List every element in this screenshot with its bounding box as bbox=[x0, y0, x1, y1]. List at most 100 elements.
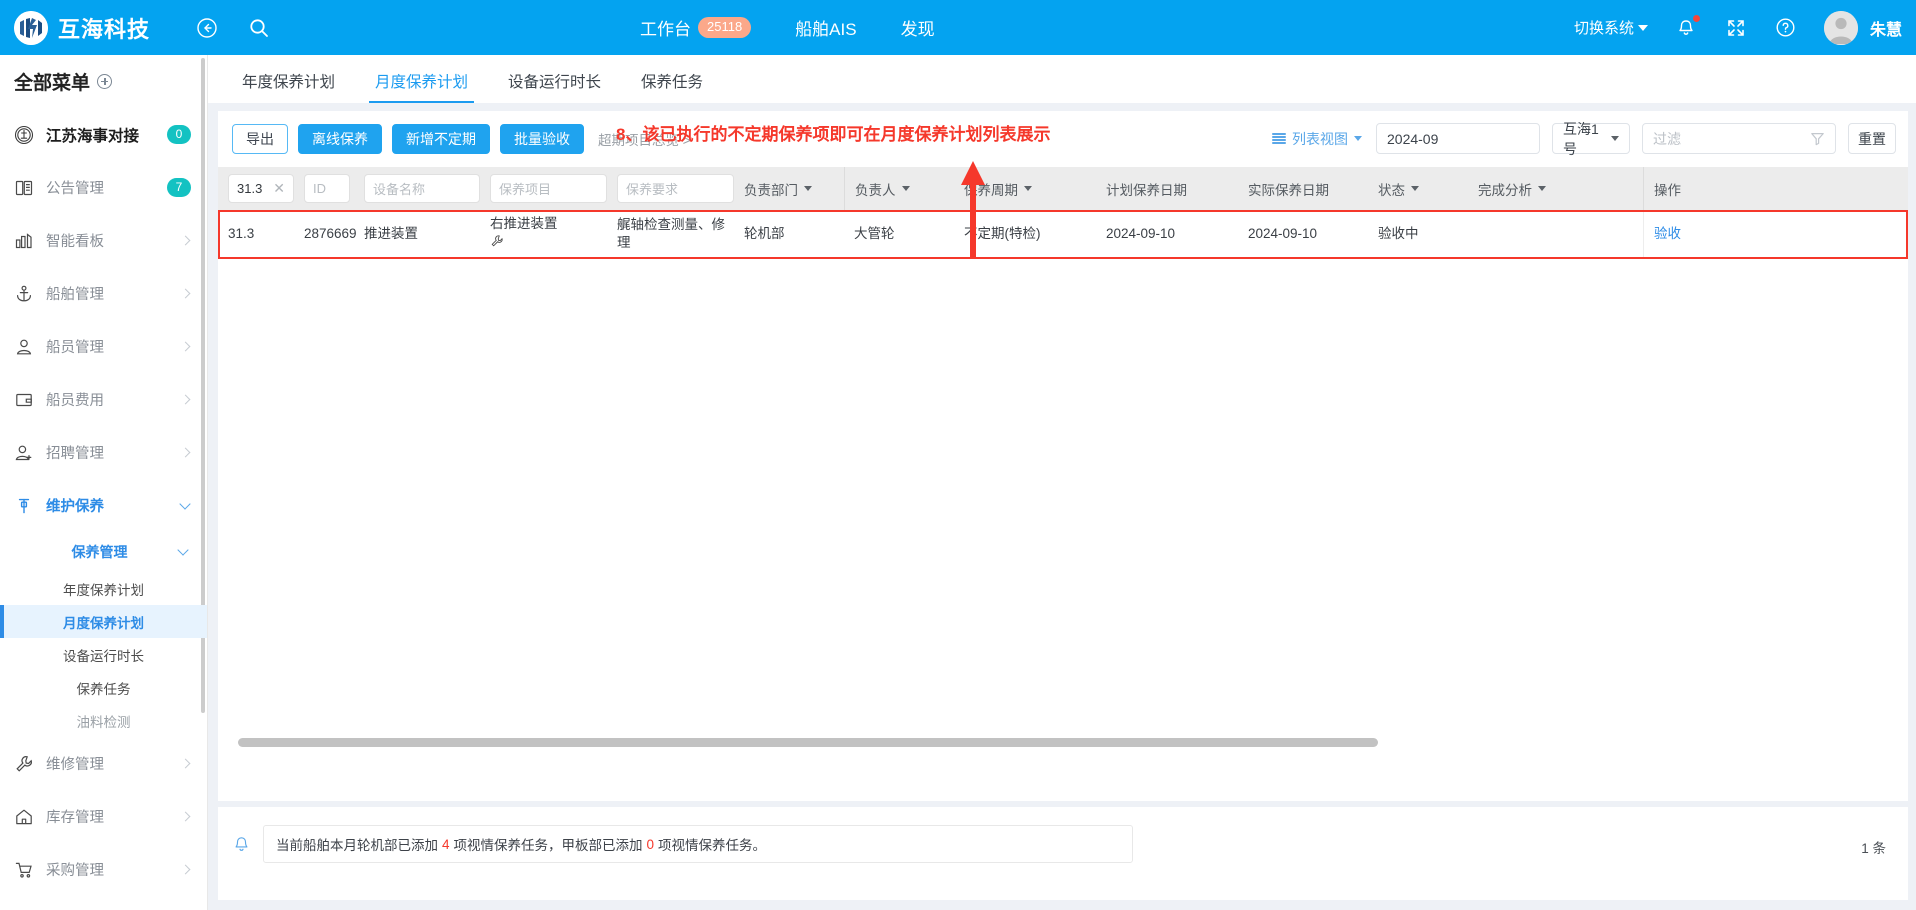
tab-label: 年度保养计划 bbox=[242, 74, 336, 91]
col-requirement-filter: 保养要求 bbox=[607, 167, 734, 210]
nav-ship-ais[interactable]: 船舶AIS bbox=[795, 15, 856, 40]
switch-system-label: 切换系统 bbox=[1573, 20, 1634, 37]
tab-equipment-runtime[interactable]: 设备运行时长 bbox=[488, 70, 621, 103]
sidebar-item-jiangsu-maritime[interactable]: 江苏海事对接 0 bbox=[0, 108, 207, 161]
col-item-filter: 保养项目 bbox=[480, 167, 607, 210]
header-actions: 切换系统 朱慧 bbox=[1574, 0, 1902, 55]
reset-button[interactable]: 重置 bbox=[1848, 123, 1896, 154]
sidebar-badge: 0 bbox=[167, 125, 191, 144]
tab-annual-plan[interactable]: 年度保养计划 bbox=[222, 70, 355, 103]
chevron-right-icon bbox=[180, 447, 191, 458]
sidebar: 全部菜单 江苏海事对接 0 公告管理 7 智能看板 船舶管理 船员管理 船员费用… bbox=[0, 55, 208, 910]
sidebar-item-oil-test[interactable]: 油料检测 bbox=[0, 704, 207, 737]
sidebar-subgroup-maintenance-mgmt[interactable]: 保养管理 bbox=[0, 532, 207, 572]
chevron-down-icon bbox=[804, 186, 812, 191]
col-action: 操作 bbox=[1643, 167, 1908, 210]
sidebar-item-recruitment[interactable]: 招聘管理 bbox=[0, 426, 207, 479]
sidebar-item-label: 船舶管理 bbox=[46, 287, 104, 303]
export-button[interactable]: 导出 bbox=[232, 124, 288, 154]
bar-chart-icon bbox=[14, 231, 34, 251]
tab-maintenance-task[interactable]: 保养任务 bbox=[621, 70, 723, 103]
sidebar-item-annual-plan[interactable]: 年度保养计划 bbox=[0, 572, 207, 605]
chevron-right-icon bbox=[180, 811, 191, 822]
col-plan-date-label: 计划保养日期 bbox=[1106, 182, 1187, 198]
col-cycle[interactable]: 保养周期 bbox=[954, 167, 1096, 210]
code-filter-input[interactable]: 31.3 ✕ bbox=[228, 174, 294, 203]
month-picker[interactable]: 2024-09 bbox=[1376, 123, 1540, 154]
fullscreen-icon[interactable] bbox=[1724, 16, 1748, 40]
id-filter-input[interactable]: ID bbox=[304, 174, 350, 203]
sidebar-item-crew-expense[interactable]: 船员费用 bbox=[0, 373, 207, 426]
sidebar-item-equipment-runtime[interactable]: 设备运行时长 bbox=[0, 638, 207, 671]
chevron-right-icon bbox=[180, 758, 191, 769]
maintenance-item-filter-input[interactable]: 保养项目 bbox=[490, 174, 607, 203]
search-icon[interactable] bbox=[247, 16, 271, 40]
col-plan-date[interactable]: 计划保养日期 bbox=[1096, 167, 1238, 210]
sidebar-item-smart-dashboard[interactable]: 智能看板 bbox=[0, 214, 207, 267]
sidebar-item-maintenance[interactable]: 维护保养 bbox=[0, 479, 207, 532]
col-status[interactable]: 状态 bbox=[1368, 167, 1468, 210]
cell-cycle: 不定期(特检) bbox=[964, 225, 1041, 241]
plus-circle-icon[interactable] bbox=[97, 74, 113, 89]
sidebar-item-monthly-plan[interactable]: 月度保养计划 bbox=[0, 605, 207, 638]
sidebar-item-repair-management[interactable]: 维修管理 bbox=[0, 737, 207, 790]
maintenance-requirement-filter-input[interactable]: 保养要求 bbox=[617, 174, 734, 203]
horizontal-scrollbar[interactable] bbox=[238, 738, 1378, 747]
annotation-text: 8、该已执行的不定期保养项即可在月度保养计划列表展示 bbox=[616, 125, 1051, 144]
tab-label: 月度保养计划 bbox=[375, 74, 469, 91]
col-actual-date[interactable]: 实际保养日期 bbox=[1238, 167, 1368, 210]
clear-icon[interactable]: ✕ bbox=[273, 180, 285, 197]
chevron-down-icon bbox=[1024, 186, 1032, 191]
batch-accept-label: 批量验收 bbox=[514, 131, 570, 147]
tab-bar: 年度保养计划 月度保养计划 设备运行时长 保养任务 bbox=[208, 55, 1916, 103]
sidebar-badge: 7 bbox=[167, 178, 191, 197]
cell-equipment: 推进装置 bbox=[364, 225, 418, 241]
nav-workbench[interactable]: 工作台 25118 bbox=[640, 15, 752, 40]
sidebar-item-label: 船员费用 bbox=[46, 393, 104, 409]
wallet-icon bbox=[14, 390, 34, 410]
chevron-down-icon bbox=[1611, 136, 1619, 141]
chevron-down-icon bbox=[179, 497, 191, 510]
all-menu-label: 全部菜单 bbox=[14, 73, 91, 94]
requirement-filter-placeholder: 保养要求 bbox=[626, 182, 679, 197]
col-analysis-label: 完成分析 bbox=[1478, 182, 1532, 198]
col-id-filter: ID bbox=[294, 167, 354, 210]
offline-maintenance-button[interactable]: 离线保养 bbox=[298, 124, 382, 154]
sidebar-item-announcement[interactable]: 公告管理 7 bbox=[0, 161, 207, 214]
avatar[interactable] bbox=[1823, 10, 1858, 45]
col-department[interactable]: 负责部门 bbox=[734, 167, 844, 210]
back-arrow-icon[interactable] bbox=[195, 16, 219, 40]
chevron-right-icon bbox=[180, 341, 191, 352]
nav-discover[interactable]: 发现 bbox=[901, 15, 935, 40]
sidebar-leaf-label: 月度保养计划 bbox=[63, 615, 144, 631]
cart-icon bbox=[14, 860, 34, 880]
funnel-icon[interactable] bbox=[1810, 131, 1825, 146]
cell-action-accept[interactable]: 验收 bbox=[1643, 210, 1908, 258]
notice-count-engine: 4 bbox=[442, 836, 450, 852]
chevron-right-icon bbox=[180, 288, 191, 299]
sidebar-item-label: 江苏海事对接 bbox=[46, 127, 140, 145]
switch-system-button[interactable]: 切换系统 bbox=[1574, 17, 1648, 38]
sidebar-item-purchase-management[interactable]: 采购管理 bbox=[0, 843, 207, 896]
header-nav: 工作台 25118 船舶AIS 发现 bbox=[640, 0, 935, 55]
sidebar-item-vessel-management[interactable]: 船舶管理 bbox=[0, 267, 207, 320]
col-owner[interactable]: 负责人 bbox=[844, 167, 954, 210]
equipment-name-filter-input[interactable]: 设备名称 bbox=[364, 174, 480, 203]
sidebar-item-inventory-management[interactable]: 库存管理 bbox=[0, 790, 207, 843]
ship-selector[interactable]: 互海1号 bbox=[1552, 121, 1630, 157]
batch-accept-button[interactable]: 批量验收 bbox=[500, 124, 584, 154]
notification-bell-icon[interactable] bbox=[1674, 14, 1700, 40]
col-action-label: 操作 bbox=[1654, 182, 1681, 198]
add-irregular-button[interactable]: 新增不定期 bbox=[392, 124, 490, 154]
chevron-down-icon bbox=[1411, 186, 1419, 191]
help-icon[interactable] bbox=[1774, 16, 1798, 40]
list-view-selector[interactable]: 列表视图 bbox=[1272, 129, 1362, 149]
brand-name: 互海科技 bbox=[58, 16, 151, 42]
sidebar-item-label: 公告管理 bbox=[46, 181, 104, 197]
tab-monthly-plan[interactable]: 月度保养计划 bbox=[355, 70, 488, 103]
sidebar-item-crew-management[interactable]: 船员管理 bbox=[0, 320, 207, 373]
col-analysis[interactable]: 完成分析 bbox=[1468, 167, 1643, 210]
filter-input-wrap[interactable]: 过滤 bbox=[1642, 123, 1836, 154]
table-row[interactable]: 31.3 2876669 推进装置 右推进装置 艉轴检查测量、修理 轮机部 大管… bbox=[218, 210, 1908, 259]
sidebar-item-maintenance-task[interactable]: 保养任务 bbox=[0, 671, 207, 704]
